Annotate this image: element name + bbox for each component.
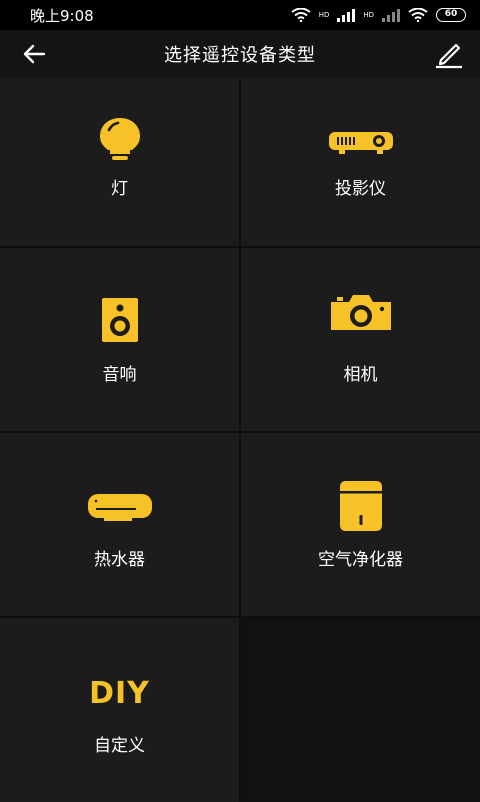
device-water-heater[interactable]: 热水器 bbox=[0, 433, 239, 616]
device-projector[interactable]: 投影仪 bbox=[241, 78, 480, 246]
air-purifier-icon bbox=[339, 481, 382, 531]
device-label: 相机 bbox=[343, 365, 378, 385]
device-label: 灯 bbox=[111, 179, 128, 199]
projector-icon bbox=[328, 132, 393, 154]
device-label: 音响 bbox=[102, 365, 137, 385]
network-label: HD bbox=[318, 11, 330, 19]
device-light[interactable]: 灯 bbox=[0, 78, 239, 246]
device-label: 热水器 bbox=[94, 550, 145, 570]
wifi-icon bbox=[291, 8, 311, 22]
network-label-2: HD bbox=[363, 11, 374, 19]
signal-weak-icon bbox=[382, 8, 400, 22]
device-label: 自定义 bbox=[94, 736, 145, 756]
device-label: 投影仪 bbox=[335, 179, 386, 199]
speaker-icon bbox=[101, 298, 138, 342]
battery-icon: 60 bbox=[436, 8, 466, 22]
wifi-icon-2 bbox=[408, 8, 428, 22]
device-label: 空气净化器 bbox=[318, 550, 403, 570]
signal-icon bbox=[337, 8, 356, 22]
bulb-icon bbox=[99, 118, 140, 160]
app-header: 选择遥控设备类型 bbox=[0, 30, 480, 78]
status-time: 晚上9:08 bbox=[30, 6, 94, 25]
pencil-icon bbox=[436, 43, 462, 69]
arrow-left-icon bbox=[23, 44, 46, 64]
status-icons: HD HD 60 bbox=[291, 8, 466, 22]
camera-icon bbox=[330, 295, 391, 330]
device-grid: 灯 投影仪 音响 相机 热水器 空气净化器 DIY 自定义 bbox=[0, 78, 480, 802]
diy-icon: DIY bbox=[89, 676, 150, 711]
water-heater-icon bbox=[87, 494, 152, 521]
device-diy[interactable]: DIY 自定义 bbox=[0, 618, 239, 802]
empty-cell bbox=[241, 618, 480, 802]
device-speaker[interactable]: 音响 bbox=[0, 248, 239, 431]
edit-button[interactable] bbox=[432, 38, 464, 70]
page-title: 选择遥控设备类型 bbox=[164, 45, 316, 66]
device-air-purifier[interactable]: 空气净化器 bbox=[241, 433, 480, 616]
status-bar: 晚上9:08 HD HD 60 bbox=[0, 0, 480, 30]
back-button[interactable] bbox=[20, 40, 48, 68]
device-camera[interactable]: 相机 bbox=[241, 248, 480, 431]
